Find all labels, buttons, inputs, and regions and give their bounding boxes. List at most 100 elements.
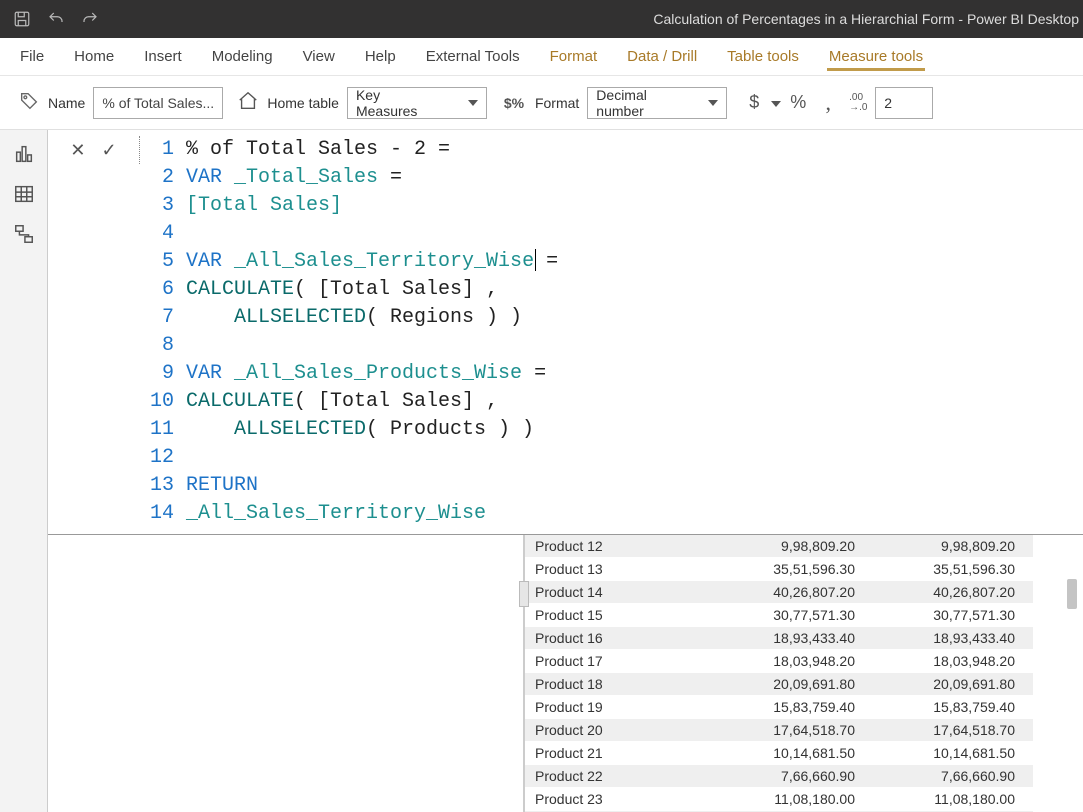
save-icon[interactable] bbox=[12, 9, 32, 29]
tab-view[interactable]: View bbox=[301, 42, 337, 71]
results-panel: Product 12 9,98,809.209,98,809.20 Product… bbox=[48, 534, 1083, 812]
tab-data-drill[interactable]: Data / Drill bbox=[625, 42, 699, 71]
product-cell: Product 21 bbox=[525, 742, 685, 765]
value-cell: 18,03,948.20 bbox=[873, 650, 1033, 673]
table-row[interactable]: Product 1530,77,571.3030,77,571.30 bbox=[525, 604, 1033, 627]
name-label: Name bbox=[48, 95, 85, 111]
percent-button[interactable]: % bbox=[785, 90, 811, 116]
home-table-select[interactable]: Key Measures bbox=[347, 87, 487, 119]
undo-icon[interactable] bbox=[46, 9, 66, 29]
value-cell: 35,51,596.30 bbox=[713, 558, 873, 581]
value-cell: 15,83,759.40 bbox=[713, 696, 873, 719]
code-fn: CALCULATE bbox=[186, 390, 294, 413]
tab-measure-tools[interactable]: Measure tools bbox=[827, 42, 925, 71]
tab-file[interactable]: File bbox=[18, 42, 46, 71]
tab-table-tools[interactable]: Table tools bbox=[725, 42, 801, 71]
chevron-down-icon bbox=[708, 100, 718, 106]
code-var: _All_Sales_Territory_Wis bbox=[234, 250, 522, 273]
table-row[interactable]: Product 2017,64,518.7017,64,518.70 bbox=[525, 719, 1033, 742]
redo-icon[interactable] bbox=[80, 9, 100, 29]
table-row[interactable]: Product 16 18,93,433.4018,93,433.40 bbox=[525, 627, 1033, 650]
measure-tools-toolbar: Name Home table Key Measures $% Format D… bbox=[0, 76, 1083, 130]
commit-formula-icon[interactable]: ✓ bbox=[102, 140, 117, 161]
code-kw: VAR bbox=[186, 362, 234, 385]
code-line-14: _All_Sales_Territory_Wise bbox=[186, 500, 486, 528]
value-cell: 18,93,433.40 bbox=[873, 627, 1033, 650]
product-cell: Product 20 bbox=[525, 719, 685, 742]
tab-format[interactable]: Format bbox=[548, 42, 600, 71]
format-select[interactable]: Decimal number bbox=[587, 87, 727, 119]
value-cell: 9,98,809.20 bbox=[873, 535, 1033, 558]
vertical-scrollbar[interactable] bbox=[1067, 535, 1079, 812]
table-row[interactable]: Product 13 35,51,596.3035,51,596.30 bbox=[525, 558, 1033, 581]
home-table-value: Key Measures bbox=[356, 87, 444, 119]
tab-insert[interactable]: Insert bbox=[142, 42, 184, 71]
formula-bar: ✕ ✓ 1% of Total Sales - 2 = 2VAR _Total_… bbox=[48, 130, 1083, 534]
code-kw: VAR bbox=[186, 250, 234, 273]
value-cell: 18,93,433.40 bbox=[713, 627, 873, 650]
name-tag-icon bbox=[18, 90, 40, 115]
scrollbar-thumb[interactable] bbox=[1067, 579, 1077, 609]
data-view-icon[interactable] bbox=[10, 180, 38, 208]
value-cell: 30,77,571.30 bbox=[713, 604, 873, 627]
table-row[interactable]: Product 1440,26,807.2040,26,807.20 bbox=[525, 581, 1033, 604]
product-cell: Product 13 bbox=[525, 558, 685, 581]
decimal-places-button[interactable]: .00 →.0 bbox=[845, 90, 871, 116]
value-cell: 40,26,807.20 bbox=[873, 581, 1033, 604]
value-cell: 35,51,596.30 bbox=[873, 558, 1033, 581]
table-row[interactable]: Product 1915,83,759.4015,83,759.40 bbox=[525, 696, 1033, 719]
splitter-handle-icon[interactable] bbox=[519, 581, 529, 607]
value-cell: 11,08,180.00 bbox=[873, 788, 1033, 811]
tab-help[interactable]: Help bbox=[363, 42, 398, 71]
product-cell: Product 17 bbox=[525, 650, 685, 673]
thousands-separator-button[interactable]: , bbox=[815, 90, 841, 116]
format-icon: $% bbox=[501, 90, 527, 116]
code-txt: ( [Total Sales] , bbox=[294, 278, 498, 301]
data-table: Product 12 9,98,809.209,98,809.20 Product… bbox=[525, 535, 1033, 812]
home-table-icon bbox=[237, 90, 259, 115]
table-row[interactable]: Product 227,66,660.907,66,660.90 bbox=[525, 765, 1033, 788]
tab-modeling[interactable]: Modeling bbox=[210, 42, 275, 71]
table-row[interactable]: Product 1820,09,691.8020,09,691.80 bbox=[525, 673, 1033, 696]
table-row[interactable]: Product 1718,03,948.2018,03,948.20 bbox=[525, 650, 1033, 673]
table-splitter[interactable] bbox=[523, 535, 525, 812]
model-view-icon[interactable] bbox=[10, 220, 38, 248]
dax-editor[interactable]: 1% of Total Sales - 2 = 2VAR _Total_Sale… bbox=[140, 130, 1083, 534]
code-fn: ALLSELECTED bbox=[186, 306, 366, 329]
code-eq: = bbox=[534, 250, 558, 273]
table-row[interactable]: Product 12 9,98,809.209,98,809.20 bbox=[525, 535, 1033, 558]
home-table-label: Home table bbox=[267, 95, 339, 111]
cancel-formula-icon[interactable]: ✕ bbox=[70, 140, 85, 161]
product-cell: Product 12 bbox=[525, 535, 685, 558]
decimal-places-input[interactable]: 2 bbox=[875, 87, 933, 119]
decimal-places-value: 2 bbox=[884, 95, 892, 111]
product-cell: Product 16 bbox=[525, 627, 685, 650]
currency-button[interactable]: $ bbox=[741, 90, 767, 116]
tab-home[interactable]: Home bbox=[72, 42, 116, 71]
table-row[interactable]: Product 2110,14,681.5010,14,681.50 bbox=[525, 742, 1033, 765]
value-cell: 10,14,681.50 bbox=[713, 742, 873, 765]
title-bar: Calculation of Percentages in a Hierarch… bbox=[0, 0, 1083, 38]
table-row[interactable]: Product 2311,08,180.0011,08,180.00 bbox=[525, 788, 1033, 811]
code-var: _Total_Sales bbox=[234, 166, 378, 189]
code-line-1: % of Total Sales - 2 = bbox=[186, 136, 450, 164]
value-cell: 15,83,759.40 bbox=[873, 696, 1033, 719]
value-cell: 11,08,180.00 bbox=[713, 788, 873, 811]
chevron-down-icon[interactable] bbox=[771, 101, 781, 107]
format-label: Format bbox=[535, 95, 579, 111]
code-eq: = bbox=[522, 362, 546, 385]
code-txt: ( Regions ) ) bbox=[366, 306, 522, 329]
code-var: _All_Sales_Products_Wise bbox=[234, 362, 522, 385]
product-cell: Product 22 bbox=[525, 765, 685, 788]
value-cell: 7,66,660.90 bbox=[713, 765, 873, 788]
measure-name-input[interactable] bbox=[93, 87, 223, 119]
report-view-icon[interactable] bbox=[10, 140, 38, 168]
value-cell: 9,98,809.20 bbox=[713, 535, 873, 558]
tab-external-tools[interactable]: External Tools bbox=[424, 42, 522, 71]
code-line-13: RETURN bbox=[186, 472, 258, 500]
value-cell: 17,64,518.70 bbox=[873, 719, 1033, 742]
value-cell: 20,09,691.80 bbox=[713, 673, 873, 696]
product-cell: Product 14 bbox=[525, 581, 685, 604]
code-eq: = bbox=[378, 166, 402, 189]
code-fn: CALCULATE bbox=[186, 278, 294, 301]
